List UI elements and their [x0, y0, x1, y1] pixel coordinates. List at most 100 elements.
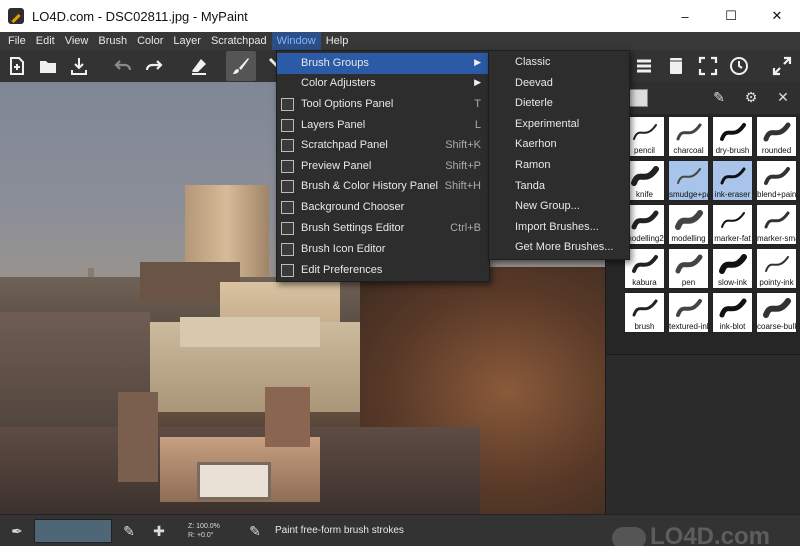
- brush-blend-paint[interactable]: blend+paint: [756, 160, 797, 201]
- brush-ink-eraser[interactable]: ink-eraser: [712, 160, 753, 201]
- brush-label: marker-small: [757, 234, 796, 243]
- brush-stroke-preview-icon: [675, 121, 703, 143]
- brush-modelling2[interactable]: modelling2: [624, 204, 665, 245]
- brush-group-new-group[interactable]: New Group...: [489, 196, 629, 217]
- checkbox-icon[interactable]: [281, 98, 294, 111]
- brush-group-ramon[interactable]: Ramon: [489, 155, 629, 176]
- brush-status-icon: ✎: [249, 523, 261, 539]
- menu-view[interactable]: View: [60, 32, 94, 50]
- mypaint-logo-icon: [8, 8, 24, 24]
- undo-icon[interactable]: [111, 54, 135, 78]
- checkbox-icon[interactable]: [281, 180, 294, 193]
- menu-item-edit-preferences[interactable]: Edit Preferences: [277, 260, 489, 281]
- clock-icon[interactable]: [727, 54, 751, 78]
- brush-group-classic[interactable]: Classic: [489, 52, 629, 73]
- brush-stroke-preview-icon: [675, 253, 703, 275]
- checkbox-icon[interactable]: [281, 160, 294, 173]
- eraser-icon[interactable]: [187, 54, 211, 78]
- brush-tool-icon[interactable]: [226, 51, 256, 81]
- menu-color[interactable]: Color: [132, 32, 168, 50]
- edit-icon[interactable]: ✎: [120, 522, 138, 540]
- checkbox-icon[interactable]: [281, 243, 294, 256]
- brush-group-get-more-brushes[interactable]: Get More Brushes...: [489, 237, 629, 258]
- panel-tab-thumbnail[interactable]: [628, 89, 648, 107]
- menu-item-preview-panel[interactable]: Preview Panel Shift+P: [277, 156, 489, 177]
- brush-knife[interactable]: knife: [624, 160, 665, 201]
- brush-group-tanda[interactable]: Tanda: [489, 176, 629, 197]
- brush-groups-submenu: Classic Deevad Dieterle Experimental Kaerhon…: [488, 50, 630, 260]
- brush-slow-ink[interactable]: slow-ink: [712, 248, 753, 289]
- brush-label: knife: [636, 190, 653, 199]
- checkbox-icon[interactable]: [281, 119, 294, 132]
- maximize-button[interactable]: ☐: [708, 0, 754, 32]
- redo-icon[interactable]: [142, 54, 166, 78]
- brush-coarse-bulk-3[interactable]: coarse-bulk-3: [756, 292, 797, 333]
- layers-icon[interactable]: [632, 54, 656, 78]
- brush-label: pencil: [634, 146, 655, 155]
- brush-label: pen: [681, 278, 696, 287]
- color-picker-icon[interactable]: ✒: [8, 522, 26, 540]
- brush-pen[interactable]: pen: [668, 248, 709, 289]
- menu-item-scratchpad-panel[interactable]: Scratchpad Panel Shift+K: [277, 135, 489, 156]
- scratchpad-icon[interactable]: [664, 54, 688, 78]
- brush-group-kaerhon[interactable]: Kaerhon: [489, 134, 629, 155]
- close-button[interactable]: ✕: [754, 0, 800, 32]
- brush-modelling[interactable]: modelling: [668, 204, 709, 245]
- panel-options-icon[interactable]: ⚙: [742, 88, 760, 106]
- brush-group-dieterle[interactable]: Dieterle: [489, 93, 629, 114]
- expand-icon[interactable]: [770, 54, 794, 78]
- brush-pencil[interactable]: pencil: [624, 116, 665, 157]
- brush-smudge-paint[interactable]: smudge+paint: [668, 160, 709, 201]
- menu-help[interactable]: Help: [321, 32, 354, 50]
- brush-charcoal[interactable]: charcoal: [668, 116, 709, 157]
- menu-brush[interactable]: Brush: [93, 32, 132, 50]
- panel-close-icon[interactable]: ✕: [774, 88, 792, 106]
- menu-layer[interactable]: Layer: [168, 32, 206, 50]
- menu-item-brush-icon-editor[interactable]: Brush Icon Editor: [277, 239, 489, 260]
- brush-group-deevad[interactable]: Deevad: [489, 73, 629, 94]
- new-file-icon[interactable]: [5, 54, 29, 78]
- open-file-icon[interactable]: [36, 54, 60, 78]
- menu-window[interactable]: Window: [271, 32, 321, 50]
- brush-rounded[interactable]: rounded: [756, 116, 797, 157]
- brush-label: marker-fat: [714, 234, 751, 243]
- brush-textured-ink[interactable]: textured-ink: [668, 292, 709, 333]
- brush-settings-icon[interactable]: ✎: [710, 88, 728, 106]
- menu-item-brush-groups[interactable]: Brush Groups ▶: [277, 53, 489, 74]
- menu-item-color-adjusters[interactable]: Color Adjusters ▶: [277, 73, 489, 94]
- brush-group-import-brushes[interactable]: Import Brushes...: [489, 217, 629, 238]
- brush-ink-blot[interactable]: ink-blot: [712, 292, 753, 333]
- menu-edit[interactable]: Edit: [31, 32, 60, 50]
- menu-item-layers-panel[interactable]: Layers Panel L: [277, 115, 489, 136]
- menu-item-tool-options-panel[interactable]: Tool Options Panel T: [277, 94, 489, 115]
- brush-group-experimental[interactable]: Experimental: [489, 114, 629, 135]
- menu-scratchpad[interactable]: Scratchpad: [206, 32, 272, 50]
- checkbox-icon[interactable]: [281, 139, 294, 152]
- brush-stroke-preview-icon: [763, 209, 791, 231]
- roof-terrace-image: [180, 317, 320, 347]
- brush-stroke-preview-icon: [631, 209, 659, 231]
- menu-item-background-chooser[interactable]: Background Chooser: [277, 197, 489, 218]
- window-image: [197, 462, 271, 500]
- pick-context-icon[interactable]: ✚: [150, 522, 168, 540]
- checkbox-icon[interactable]: [281, 201, 294, 214]
- brush-kabura[interactable]: kabura: [624, 248, 665, 289]
- fullscreen-icon[interactable]: [696, 54, 720, 78]
- zoom-value: Z: 100.0%: [188, 523, 220, 530]
- menu-item-brush-settings-editor[interactable]: Brush Settings Editor Ctrl+B: [277, 218, 489, 239]
- brush-label: coarse-bulk-3: [757, 322, 796, 331]
- checkbox-icon[interactable]: [281, 264, 294, 277]
- current-color-swatch[interactable]: [34, 519, 112, 543]
- brush-marker-small[interactable]: marker-small: [756, 204, 797, 245]
- brush-dry-brush[interactable]: dry-brush: [712, 116, 753, 157]
- brush-label: ink-blot: [719, 322, 746, 331]
- brush-brush[interactable]: brush: [624, 292, 665, 333]
- menu-file[interactable]: File: [3, 32, 31, 50]
- menu-item-brush-color-history-panel[interactable]: Brush & Color History Panel Shift+H: [277, 176, 489, 197]
- brush-marker-fat[interactable]: marker-fat: [712, 204, 753, 245]
- checkbox-icon[interactable]: [281, 222, 294, 235]
- save-file-icon[interactable]: [67, 54, 91, 78]
- brush-pointy-ink[interactable]: pointy-ink: [756, 248, 797, 289]
- minimize-button[interactable]: –: [662, 0, 708, 32]
- brush-label: rounded: [761, 146, 792, 155]
